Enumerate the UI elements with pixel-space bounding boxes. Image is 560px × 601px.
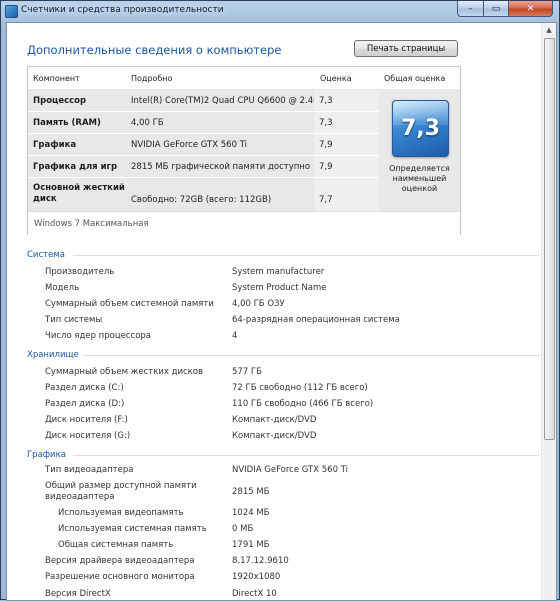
rating-detail: Intel(R) Core(TM)2 Quad CPU Q6600 @ 2.40… bbox=[131, 96, 336, 106]
storage-value: 72 ГБ свободно (112 ГБ всего) bbox=[232, 383, 368, 393]
rating-row-gaming-graphics: Графика для игр 2815 МБ графической памя… bbox=[28, 156, 379, 177]
section-divider bbox=[73, 255, 539, 256]
section-title-graphics: Графика bbox=[27, 450, 66, 460]
graphics-value: 0 МБ bbox=[232, 524, 254, 534]
section-title-storage: Хранилище bbox=[27, 350, 79, 360]
window-client-area: Дополнительные сведения о компьютере Печ… bbox=[6, 22, 557, 601]
storage-label: Суммарный объем жестких дисков bbox=[45, 367, 204, 377]
base-score-caption: Определяется наименьшей оценкой bbox=[389, 164, 450, 193]
graphics-label: Используемая видеопамять bbox=[58, 508, 184, 518]
rating-footer: Windows 7 Максимальная bbox=[28, 211, 460, 235]
rating-score: 7,3 bbox=[319, 118, 333, 128]
section-divider bbox=[83, 355, 539, 356]
graphics-label: Общая системная память bbox=[58, 540, 174, 550]
rating-component: Основной жесткий диск bbox=[33, 183, 125, 204]
graphics-label: Тип видеоадаптера bbox=[45, 465, 134, 475]
rating-detail: 4,00 ГБ bbox=[131, 118, 164, 128]
rating-score: 7,3 bbox=[319, 96, 333, 106]
maximize-button[interactable]: ▭ bbox=[484, 1, 509, 17]
window-frame: Счетчики и средства производительности –… bbox=[0, 0, 560, 601]
page-title: Дополнительные сведения о компьютере bbox=[27, 43, 282, 57]
header-score: Оценка bbox=[320, 74, 352, 83]
system-value: 4,00 ГБ ОЗУ bbox=[232, 299, 285, 309]
header-overall: Общая оценка bbox=[384, 74, 446, 83]
rating-score: 7,9 bbox=[319, 162, 333, 172]
graphics-label: Общий размер доступной памяти видеоадапт… bbox=[45, 481, 197, 502]
close-button[interactable]: ✕ bbox=[509, 1, 553, 17]
rating-row-disk: Основной жесткий диск Свободно: 72GB (вс… bbox=[28, 178, 379, 211]
app-icon bbox=[5, 5, 18, 18]
graphics-value: 8.17.12.9610 bbox=[232, 556, 289, 566]
system-value: 4 bbox=[232, 331, 238, 341]
rating-score: 7,7 bbox=[319, 195, 333, 205]
base-score-badge: 7,3 bbox=[392, 100, 449, 157]
storage-value: Компакт-диск/DVD bbox=[232, 431, 317, 441]
rating-detail: 2815 МБ графической памяти доступно bbox=[131, 162, 311, 172]
graphics-value: NVIDIA GeForce GTX 560 Ti bbox=[232, 465, 348, 475]
graphics-label: Используемая системная память bbox=[58, 524, 207, 534]
graphics-value: 1024 МБ bbox=[232, 508, 270, 518]
system-label: Тип системы bbox=[45, 315, 103, 325]
system-value: System Product Name bbox=[232, 283, 327, 293]
header-component: Компонент bbox=[33, 74, 80, 83]
graphics-label: Версия драйвера видеоадаптера bbox=[45, 556, 195, 566]
system-label: Число ядер процессора bbox=[45, 331, 151, 341]
rating-component: Память (RAM) bbox=[33, 118, 101, 128]
system-label: Производитель bbox=[45, 267, 115, 277]
overall-rating: 7,3 Определяется наименьшей оценкой bbox=[379, 89, 460, 211]
rating-score: 7,9 bbox=[319, 140, 333, 150]
title-bar[interactable]: Счетчики и средства производительности –… bbox=[1, 1, 559, 21]
graphics-value: 1791 МБ bbox=[232, 540, 270, 550]
minimize-button[interactable]: – bbox=[457, 1, 484, 17]
window-controls: – ▭ ✕ bbox=[457, 1, 553, 17]
rating-row-cpu: Процессор Intel(R) Core(TM)2 Quad CPU Q6… bbox=[28, 90, 379, 111]
header-detail: Подробно bbox=[131, 74, 173, 83]
print-page-button[interactable]: Печать страницы bbox=[354, 40, 458, 57]
section-divider bbox=[73, 455, 539, 456]
rating-row-graphics: Графика NVIDIA GeForce GTX 560 Ti 7,9 bbox=[28, 134, 379, 155]
system-value: 64-разрядная операционная система bbox=[232, 315, 400, 325]
rating-component: Процессор bbox=[33, 96, 87, 106]
windows-edition: Windows 7 Максимальная bbox=[34, 219, 149, 229]
storage-value: 110 ГБ свободно (466 ГБ всего) bbox=[232, 399, 374, 409]
system-label: Суммарный объем системной памяти bbox=[45, 299, 214, 309]
rating-component: Графика bbox=[33, 140, 77, 150]
vertical-scrollbar[interactable]: ▲ bbox=[541, 23, 556, 600]
graphics-value: 2815 МБ bbox=[232, 487, 270, 497]
rating-detail: NVIDIA GeForce GTX 560 Ti bbox=[131, 140, 247, 150]
storage-value: 577 ГБ bbox=[232, 367, 262, 377]
storage-label: Диск носителя (F:) bbox=[45, 415, 128, 425]
system-label: Модель bbox=[45, 283, 80, 293]
content-area: Дополнительные сведения о компьютере Печ… bbox=[7, 23, 541, 600]
graphics-value: 1920x1080 bbox=[232, 572, 281, 582]
system-value: System manufacturer bbox=[232, 267, 325, 277]
graphics-label: Версия DirectX bbox=[45, 589, 111, 599]
window-title: Счетчики и средства производительности bbox=[21, 5, 224, 15]
graphics-value: DirectX 10 bbox=[232, 589, 277, 599]
storage-label: Диск носителя (G:) bbox=[45, 431, 131, 441]
storage-label: Раздел диска (D:) bbox=[45, 399, 125, 409]
rating-row-ram: Память (RAM) 4,00 ГБ 7,3 bbox=[28, 112, 379, 133]
section-title-system: Система bbox=[27, 250, 65, 260]
graphics-label: Разрешение основного монитора bbox=[45, 572, 195, 582]
storage-label: Раздел диска (C:) bbox=[45, 383, 124, 393]
scrollbar-thumb[interactable] bbox=[544, 38, 555, 440]
scroll-up-icon[interactable]: ▲ bbox=[543, 23, 555, 37]
storage-value: Компакт-диск/DVD bbox=[232, 415, 317, 425]
base-score-value: 7,3 bbox=[401, 116, 440, 141]
rating-component: Графика для игр bbox=[33, 162, 118, 172]
rating-detail: Свободно: 72GB (всего: 112GB) bbox=[131, 195, 272, 205]
rating-table: Компонент Подробно Оценка Общая оценка П… bbox=[27, 66, 461, 235]
rating-table-header: Компонент Подробно Оценка Общая оценка bbox=[28, 67, 460, 90]
